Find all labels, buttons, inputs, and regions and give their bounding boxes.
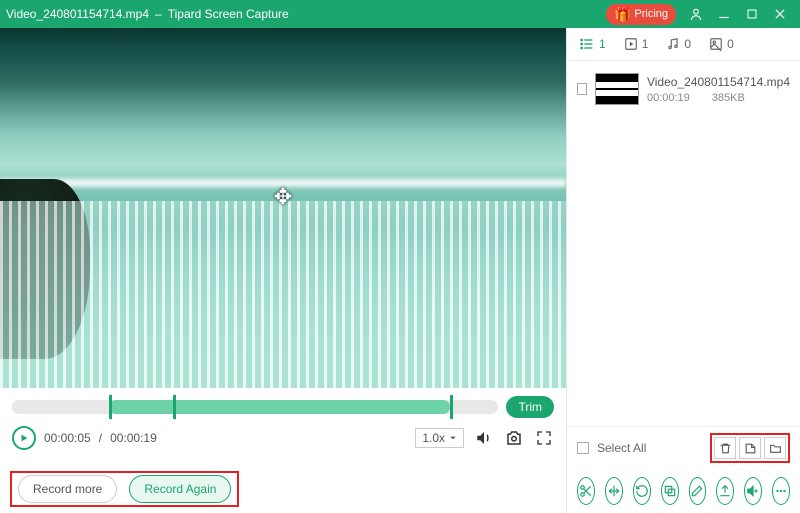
time-total: 00:00:19 <box>110 431 157 445</box>
tab-video[interactable]: 1 <box>624 37 649 51</box>
volume-button[interactable] <box>474 428 494 448</box>
trim-track[interactable] <box>12 400 498 414</box>
title-appname: Tipard Screen Capture <box>168 7 289 21</box>
pricing-label: Pricing <box>634 8 668 20</box>
title-separator: – <box>155 7 162 21</box>
media-tabs: 1 1 0 0 <box>567 28 800 61</box>
video-preview[interactable]: ✥ <box>0 28 566 388</box>
edit-toolbar <box>567 469 800 513</box>
trim-handle-start[interactable] <box>109 395 112 419</box>
file-item[interactable]: Video_240801154714.mp4 00:00:19 385KB <box>577 69 790 109</box>
delete-button[interactable] <box>714 437 736 459</box>
tab-video-count: 1 <box>642 37 649 51</box>
tab-list[interactable]: 1 <box>579 36 606 52</box>
snapshot-button[interactable] <box>504 428 524 448</box>
record-again-button[interactable]: Record Again <box>129 475 231 503</box>
titlebar: Video_240801154714.mp4 – Tipard Screen C… <box>0 0 800 28</box>
select-all-label: Select All <box>597 441 646 455</box>
tab-audio[interactable]: 0 <box>666 37 691 51</box>
open-folder-button[interactable] <box>764 437 786 459</box>
trim-handle-end[interactable] <box>450 395 453 419</box>
image-icon <box>709 37 723 51</box>
select-all-checkbox[interactable] <box>577 442 589 454</box>
tab-image[interactable]: 0 <box>709 37 734 51</box>
volume-edit-button[interactable] <box>744 477 762 505</box>
rotate-icon <box>635 484 649 498</box>
folder-icon <box>769 442 782 455</box>
gift-icon: 🎁 <box>614 6 631 23</box>
scissors-icon <box>579 484 593 498</box>
file-checkbox[interactable] <box>577 83 587 95</box>
more-button[interactable] <box>772 477 790 505</box>
chevron-down-icon <box>449 434 457 442</box>
copy-icon <box>663 484 677 498</box>
minimize-button[interactable] <box>710 0 738 28</box>
play-button[interactable] <box>12 426 36 450</box>
cut-button[interactable] <box>577 477 595 505</box>
copy-button[interactable] <box>661 477 679 505</box>
export-button[interactable] <box>716 477 734 505</box>
tab-list-count: 1 <box>599 37 606 51</box>
close-button[interactable] <box>766 0 794 28</box>
trim-playhead[interactable] <box>173 395 176 419</box>
record-more-button[interactable]: Record more <box>18 475 117 503</box>
record-buttons-group: Record more Record Again <box>10 471 239 507</box>
edit-icon <box>690 484 704 498</box>
split-icon <box>607 484 621 498</box>
pricing-badge[interactable]: 🎁 Pricing <box>606 4 676 25</box>
move-cursor-icon: ✥ <box>274 184 292 210</box>
file-list: Video_240801154714.mp4 00:00:19 385KB <box>567 61 800 426</box>
tab-audio-count: 0 <box>684 37 691 51</box>
export-icon <box>718 484 732 498</box>
file-name: Video_240801154714.mp4 <box>647 75 790 89</box>
more-icon <box>774 484 788 498</box>
share-icon <box>744 442 757 455</box>
file-size: 385KB <box>712 92 745 104</box>
time-current: 00:00:05 <box>44 431 91 445</box>
edit-button[interactable] <box>689 477 707 505</box>
speed-value: 1.0x <box>422 431 445 445</box>
speed-selector[interactable]: 1.0x <box>415 428 464 448</box>
list-icon <box>579 36 595 52</box>
video-icon <box>624 37 638 51</box>
file-duration: 00:00:19 <box>647 92 690 104</box>
trash-icon <box>719 442 732 455</box>
tab-image-count: 0 <box>727 37 734 51</box>
fullscreen-button[interactable] <box>534 428 554 448</box>
music-icon <box>666 37 680 51</box>
speaker-plus-icon <box>746 484 760 498</box>
title-filename: Video_240801154714.mp4 <box>6 7 149 21</box>
split-button[interactable] <box>605 477 623 505</box>
maximize-button[interactable] <box>738 0 766 28</box>
account-button[interactable] <box>682 0 710 28</box>
file-thumbnail[interactable] <box>595 73 639 105</box>
file-actions-group <box>710 433 790 463</box>
trim-button[interactable]: Trim <box>506 396 554 418</box>
share-button[interactable] <box>739 437 761 459</box>
rotate-button[interactable] <box>633 477 651 505</box>
